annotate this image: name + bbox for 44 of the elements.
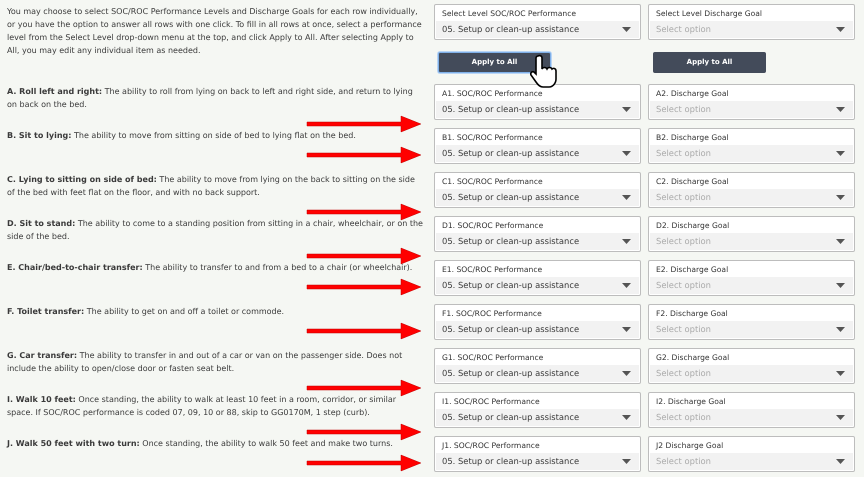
dropdown-field[interactable]: 05. Setup or clean-up assistance <box>436 101 639 118</box>
dropdown-field[interactable]: 05. Setup or clean-up assistance <box>436 321 639 338</box>
dropdown-field[interactable]: 05. Setup or clean-up assistance <box>436 277 639 294</box>
item-description: D. Sit to stand: The ability to come to a standing position from sitting in a chair, wheelchair, or on the side of the bed. <box>7 218 424 243</box>
caret-icon <box>622 283 631 288</box>
item-description: B. Sit to lying: The ability to move from sitting on side of bed to lying flat on the bed. <box>7 130 357 142</box>
caret-icon <box>836 107 845 112</box>
dropdown-field[interactable]: 05. Setup or clean-up assistance <box>436 189 639 206</box>
dropdown-field[interactable]: 05. Setup or clean-up assistance <box>436 453 639 470</box>
item-description: A. Roll left and right: The ability to roll from lying on back to left and right side, and return to lying on back on the bed. <box>7 86 414 111</box>
item-description: G. Car transfer: The ability to transfer in and out of a car or van on the passenger side. Does not include the ability to open/close door or fasten seat belt. <box>7 350 404 375</box>
caret-icon <box>836 283 845 288</box>
caret-icon <box>622 195 631 200</box>
dropdown-field[interactable]: 05. Setup or clean-up assistance <box>436 365 639 382</box>
item-description: E. Chair/bed-to-chair transfer: The ability to transfer to and from a bed to a chair (or wheelchair). <box>7 262 414 274</box>
arrow-icon <box>305 452 423 473</box>
caret-icon <box>622 107 631 112</box>
caret-icon <box>622 27 631 32</box>
caret-icon <box>836 371 845 376</box>
arrow-icon <box>305 276 423 297</box>
caret-icon <box>836 239 845 244</box>
item-description: C. Lying to sitting on side of bed: The ability to move from lying on the back to sitting on the side of the bed with feet flat on the floor, and with no back support. <box>7 174 416 199</box>
arrow-icon <box>305 144 423 165</box>
caret-icon <box>836 327 845 332</box>
caret-icon <box>836 459 845 464</box>
caret-icon <box>622 239 631 244</box>
dropdown-field[interactable]: 05. Setup or clean-up assistance <box>436 145 639 162</box>
caret-icon <box>622 415 631 420</box>
caret-icon <box>836 27 845 32</box>
caret-icon <box>622 371 631 376</box>
dropdown-field[interactable]: 05. Setup or clean-up assistance <box>436 233 639 250</box>
caret-icon <box>836 195 845 200</box>
dropdown-field[interactable]: 05. Setup or clean-up assistance <box>436 409 639 426</box>
caret-icon <box>622 459 631 464</box>
caret-icon <box>622 151 631 156</box>
intro-text: You may choose to select SOC/ROC Performance Levels and Discharge Goals for each row individually, or you have the option to answer all rows with one click. To fill in all rows at once, select a performance level from the Select Level drop-down menu at the top, and click Apply to All. After selecting Apply to All, you may edit any individual item as needed. <box>7 6 423 57</box>
item-description: J. Walk 50 feet with two turn: Once standing, the ability to walk 50 feet and make two turns. <box>7 438 394 450</box>
dropdown-field[interactable]: 05. Setup or clean-up assistance <box>436 21 639 38</box>
item-description: I. Walk 10 feet: Once standing, the ability to walk at least 10 feet in a room, corridor, or similar space. If SOC/ROC performance is coded 07, 09, 10 or 88, skip to GG0170M, 1 step (curb). <box>7 394 398 419</box>
caret-icon <box>622 327 631 332</box>
item-description: F. Toilet transfer: The ability to get on and off a toilet or commode. <box>7 306 286 318</box>
caret-icon <box>836 151 845 156</box>
arrow-icon <box>305 320 423 341</box>
caret-icon <box>836 415 845 420</box>
